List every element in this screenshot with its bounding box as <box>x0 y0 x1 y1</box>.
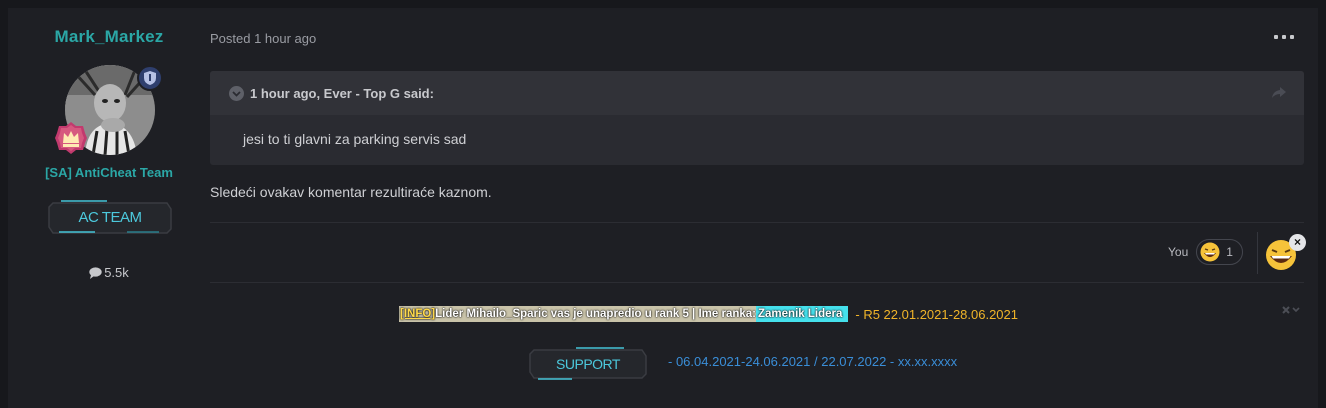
post-count: 5.5k <box>8 265 210 282</box>
crown-icon <box>54 121 88 155</box>
post-date[interactable]: Posted 1 hour ago <box>210 31 316 46</box>
close-icon[interactable]: × <box>1289 234 1306 251</box>
laughing-emoji-icon <box>1200 242 1220 262</box>
forum-post: Mark_Markez [SA] AntiCheat Team AC TEAM … <box>8 8 1318 408</box>
info-text: Lider Mihailo_Sparic vas je unapredio u … <box>435 308 756 320</box>
chevron-down-icon[interactable] <box>229 86 244 101</box>
more-options-icon[interactable] <box>1274 30 1294 44</box>
reaction-users[interactable]: You <box>1168 245 1188 259</box>
quote-block: 1 hour ago, Ever - Top G said: jesi to t… <box>210 71 1304 165</box>
shield-icon <box>137 65 163 91</box>
quote-citation[interactable]: 1 hour ago, Ever - Top G said: <box>250 86 434 101</box>
author-group: [SA] AntiCheat Team <box>45 165 173 180</box>
quote-header: 1 hour ago, Ever - Top G said: <box>210 71 1304 115</box>
divider <box>210 282 1304 283</box>
support-banner: SUPPORT <box>528 346 648 380</box>
quote-text: jesi to ti glavni za parking servis sad <box>243 131 467 147</box>
divider <box>1257 232 1258 274</box>
info-tag: [INFO] <box>400 308 436 320</box>
post-count-value: 5.5k <box>104 265 129 280</box>
rank-name: Zamenik Lidera <box>758 308 843 320</box>
reaction-pill[interactable]: 1 <box>1196 239 1243 265</box>
team-banner-label: AC TEAM <box>78 209 142 226</box>
team-banner: AC TEAM <box>47 199 173 235</box>
close-chevron-icon <box>1282 306 1300 314</box>
signature-toggle[interactable] <box>1282 306 1300 314</box>
support-dates: - 06.04.2021-24.06.2021 / 22.07.2022 - x… <box>668 354 958 369</box>
divider <box>210 222 1304 223</box>
share-arrow-icon[interactable] <box>1272 86 1286 104</box>
author-panel: Mark_Markez [SA] AntiCheat Team AC TEAM … <box>8 8 210 408</box>
signature-rank-line: [INFO] Lider Mihailo_Sparic vas je unapr… <box>399 305 1018 323</box>
rank-dates: - R5 22.01.2021-28.06.2021 <box>855 306 1019 322</box>
signature-info-image: [INFO] Lider Mihailo_Sparic vas je unapr… <box>399 306 849 322</box>
reaction-summary: You 1 <box>1168 238 1243 266</box>
comment-bubble-icon <box>89 267 102 282</box>
reaction-count: 1 <box>1226 245 1233 259</box>
support-banner-label: SUPPORT <box>556 356 620 372</box>
post-content: Sledeći ovakav komentar rezultiraće kazn… <box>210 184 492 200</box>
author-username[interactable]: Mark_Markez <box>8 27 210 47</box>
